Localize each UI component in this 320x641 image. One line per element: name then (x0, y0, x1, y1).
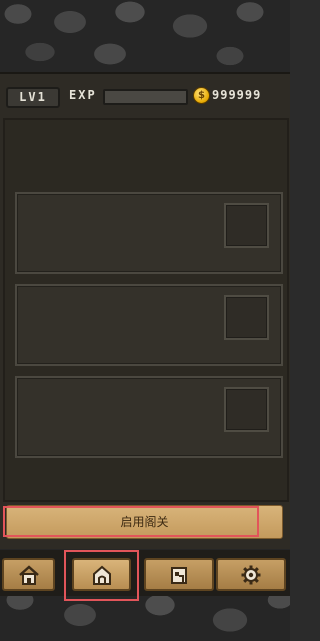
bottom-nav (0, 550, 290, 596)
slot-2-item-box[interactable] (224, 295, 269, 340)
nav-house-button[interactable] (2, 558, 55, 591)
nav-home-button[interactable] (72, 558, 131, 591)
slot-1[interactable] (15, 192, 283, 274)
content-area (3, 118, 289, 502)
level-badge: LV1 (6, 87, 60, 108)
nav-shop-button[interactable] (144, 558, 214, 591)
exp-label: EXP (69, 88, 97, 102)
coin-icon: $ (193, 87, 210, 104)
slot-2[interactable] (15, 284, 283, 366)
home-icon (92, 565, 111, 585)
house-icon (18, 564, 39, 585)
slot-1-item-box[interactable] (224, 203, 269, 248)
start-button[interactable]: 启用阁关 (6, 505, 283, 539)
slot-3[interactable] (15, 376, 283, 458)
shop-icon (171, 566, 187, 584)
coin-count: 999999 (212, 88, 262, 102)
status-bar: LV1 EXP $ 999999 (0, 84, 290, 108)
nav-settings-button[interactable] (216, 558, 286, 591)
slot-3-item-box[interactable] (224, 387, 269, 432)
gear-icon (241, 565, 261, 584)
exp-progress-bar (103, 89, 188, 105)
